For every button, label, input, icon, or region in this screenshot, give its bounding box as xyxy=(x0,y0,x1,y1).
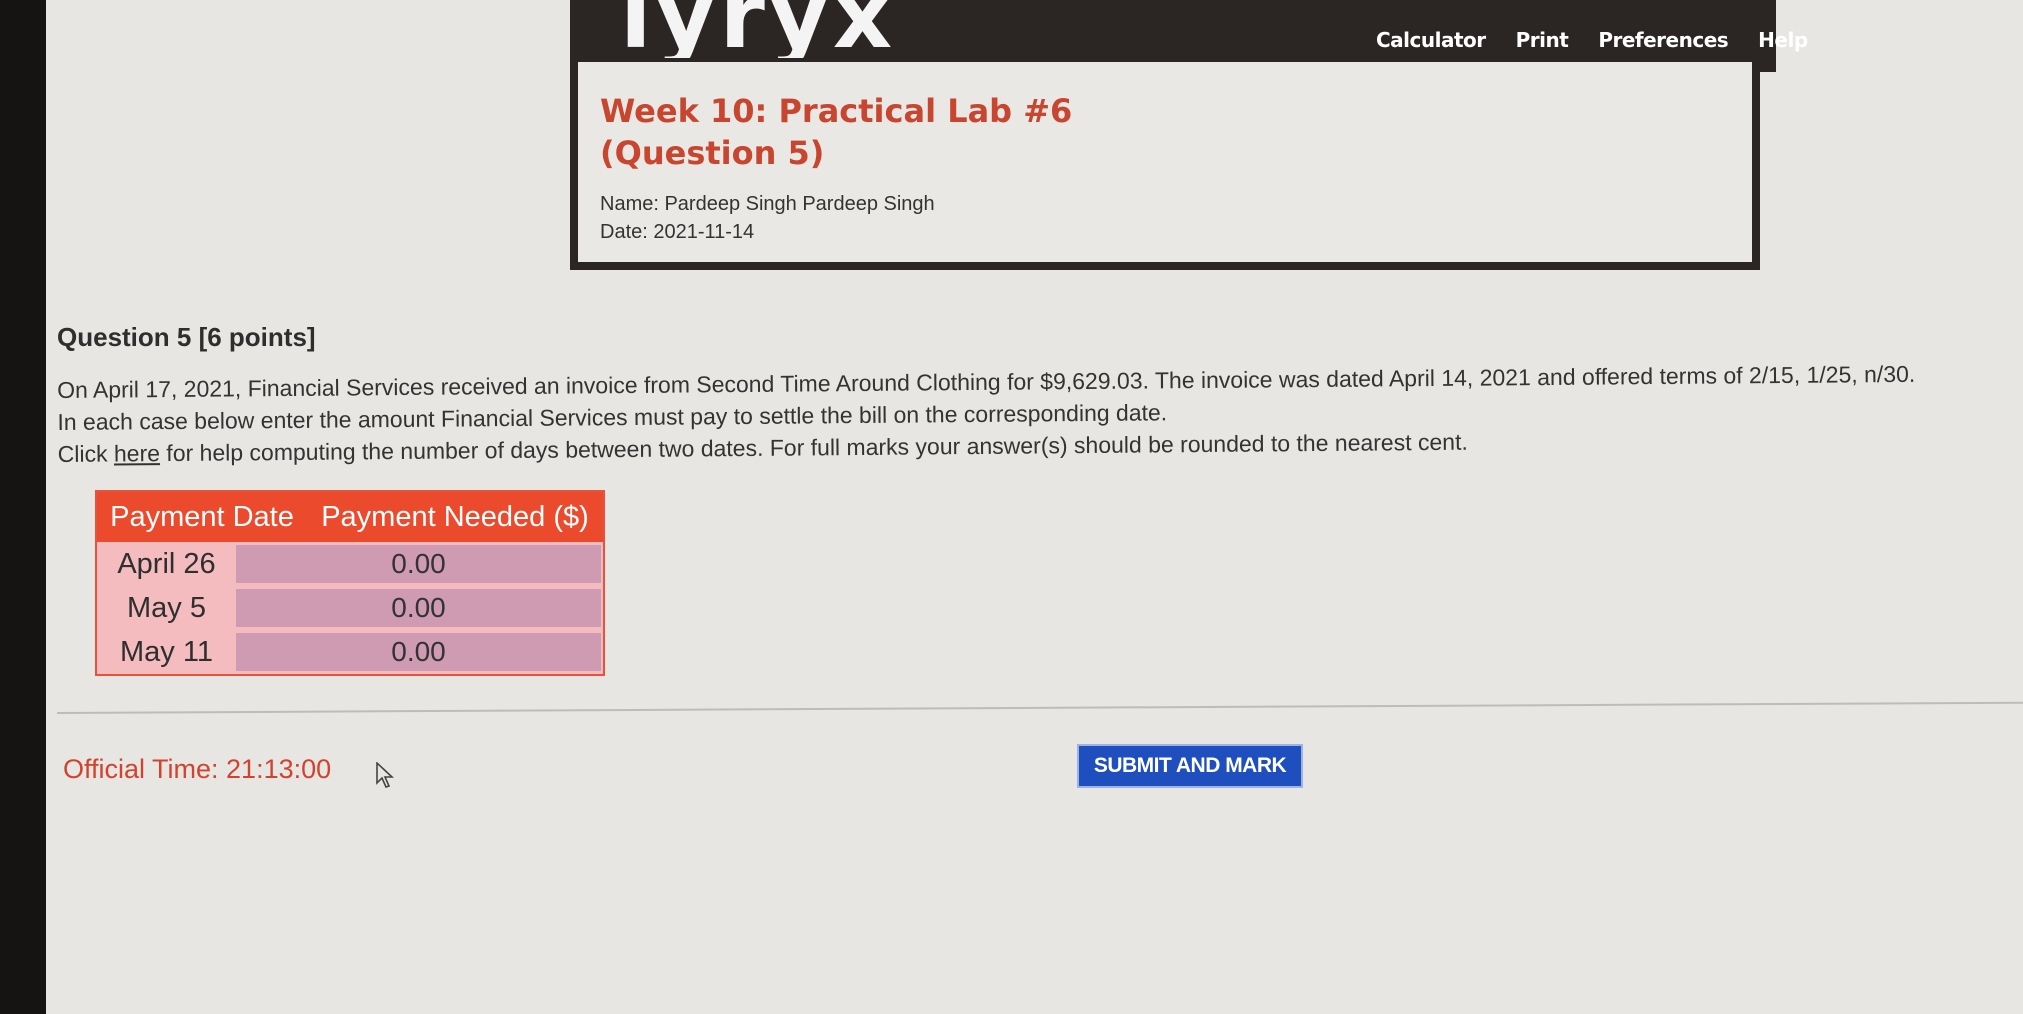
table-row: April 26 xyxy=(97,542,603,586)
table-header: Payment Date Payment Needed ($) xyxy=(97,492,603,542)
help-link[interactable]: here xyxy=(114,440,160,466)
student-name: Name: Pardeep Singh Pardeep Singh xyxy=(600,193,935,215)
submission-date: Date: 2021-11-14 xyxy=(600,221,755,243)
monitor-bezel xyxy=(0,0,46,1014)
top-nav: Calculator Print Preferences Help xyxy=(1376,28,1808,52)
nav-preferences[interactable]: Preferences xyxy=(1598,28,1728,52)
header-payment-date: Payment Date xyxy=(110,500,294,533)
mouse-cursor-icon xyxy=(376,761,395,795)
row-date: April 26 xyxy=(117,547,216,580)
table-row: May 5 xyxy=(97,586,603,630)
title-line-2: (Question 5) xyxy=(600,134,825,172)
table-row: May 11 xyxy=(97,630,603,674)
info-box: Week 10: Practical Lab #6 (Question 5) N… xyxy=(570,58,1760,270)
payment-input-april-26[interactable] xyxy=(236,545,601,583)
row-date: May 5 xyxy=(127,591,206,624)
question-text: On April 17, 2021, Financial Services re… xyxy=(57,357,2018,470)
student-meta: Name: Pardeep Singh Pardeep Singh Date: … xyxy=(600,190,935,246)
payment-input-may-11[interactable] xyxy=(236,633,601,671)
payment-table: Payment Date Payment Needed ($) April 26… xyxy=(95,490,605,676)
title-line-1: Week 10: Practical Lab #6 xyxy=(600,92,1073,130)
nav-print[interactable]: Print xyxy=(1516,28,1569,52)
official-time: Official Time: 21:13:00 xyxy=(63,754,332,784)
nav-calculator[interactable]: Calculator xyxy=(1376,28,1486,52)
page-title: Week 10: Practical Lab #6 (Question 5) xyxy=(600,90,1072,174)
lyryx-logo: lyryx xyxy=(620,0,897,69)
header-payment-needed: Payment Needed ($) xyxy=(321,500,589,533)
row-date: May 11 xyxy=(120,635,213,668)
submit-and-mark-button[interactable]: SUBMIT AND MARK xyxy=(1077,744,1303,788)
payment-input-may-5[interactable] xyxy=(236,589,601,627)
question-title: Question 5 [6 points] xyxy=(57,322,316,352)
nav-help[interactable]: Help xyxy=(1758,28,1808,52)
